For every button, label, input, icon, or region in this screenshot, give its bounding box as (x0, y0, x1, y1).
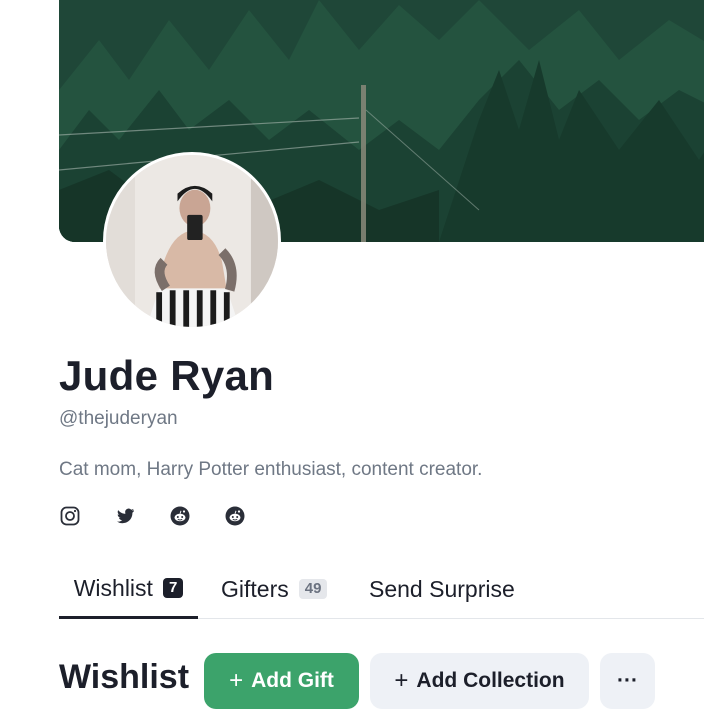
tab-send-surprise-label: Send Surprise (369, 575, 515, 602)
tab-wishlist-label: Wishlist (73, 574, 153, 601)
profile-name: Jude Ryan (59, 352, 275, 399)
avatar[interactable] (103, 152, 281, 330)
profile-bio: Cat mom, Harry Potter enthusiast, conten… (59, 459, 483, 480)
reddit-icon[interactable] (224, 505, 246, 527)
plus-icon: + (394, 667, 409, 694)
tab-gifters-label: Gifters (221, 575, 289, 602)
profile-handle: @thejuderyan (59, 408, 178, 429)
add-collection-button[interactable]: + Add Collection (370, 653, 589, 709)
tab-wishlist[interactable]: Wishlist 7 (59, 560, 198, 619)
twitter-icon[interactable] (114, 505, 136, 527)
more-icon: ··· (617, 669, 638, 692)
tab-gifters[interactable]: Gifters 49 (221, 560, 328, 618)
instagram-icon[interactable] (59, 505, 81, 527)
wishlist-count-badge: 7 (162, 578, 184, 598)
add-gift-button[interactable]: + Add Gift (204, 653, 359, 709)
gifters-count-badge: 49 (298, 579, 328, 599)
add-collection-label: Add Collection (416, 669, 565, 692)
social-links (59, 505, 279, 527)
profile-tabs: Wishlist 7 Gifters 49 Send Surprise (59, 560, 704, 619)
avatar-photo (106, 155, 278, 327)
more-options-button[interactable]: ··· (600, 653, 655, 709)
add-gift-label: Add Gift (251, 669, 334, 692)
tab-send-surprise[interactable]: Send Surprise (369, 560, 515, 618)
section-title: Wishlist (59, 658, 190, 696)
reddit-icon[interactable] (169, 505, 191, 527)
plus-icon: + (229, 667, 244, 694)
